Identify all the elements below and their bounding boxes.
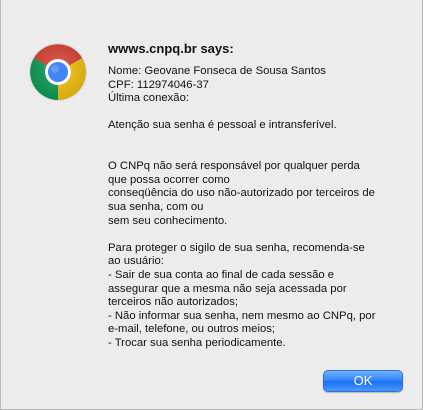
dialog-message: Nome: Geovane Fonseca de Sousa Santos CP… [108, 65, 408, 350]
message-line: e-mail, telefone, ou outros meios; [108, 323, 276, 336]
message-line [108, 228, 408, 242]
message-line: - Não informar sua senha, nem mesmo ao C… [108, 309, 376, 322]
ok-button[interactable]: OK [323, 370, 403, 392]
message-line: Última conexão: [108, 92, 189, 105]
message-line: sua senha, com ou [108, 200, 204, 213]
message-line: Para proteger o sigilo de sua senha, rec… [108, 241, 365, 254]
chrome-logo-icon [28, 42, 88, 102]
message-line: ao usuário: [108, 255, 164, 268]
message-line: O CNPq não será responsável por qualquer… [108, 160, 360, 173]
message-line: Nome: Geovane Fonseca de Sousa Santos [108, 65, 326, 77]
message-line: CPF: 112974046-37 [108, 78, 209, 91]
message-line: assegurar que a mesma não seja acessada … [108, 282, 347, 295]
message-line: terceiros não autorizados; [108, 296, 238, 309]
message-line: conseqüência do uso não-autorizado por t… [108, 187, 375, 200]
message-line [108, 106, 408, 120]
message-line: sem seu conhecimento. [108, 214, 228, 227]
dialog-title: wwws.cnpq.br says: [108, 41, 234, 56]
message-line: que possa ocorrer como [108, 173, 230, 186]
message-line: - Trocar sua senha periodicamente. [108, 336, 286, 349]
message-line [108, 147, 408, 161]
message-line [108, 133, 408, 147]
alert-dialog: wwws.cnpq.br says: Nome: Geovane Fonseca… [0, 0, 423, 410]
message-line: Atenção sua senha é pessoal e intransfer… [108, 119, 337, 132]
message-line: - Sair de sua conta ao final de cada ses… [108, 268, 335, 281]
